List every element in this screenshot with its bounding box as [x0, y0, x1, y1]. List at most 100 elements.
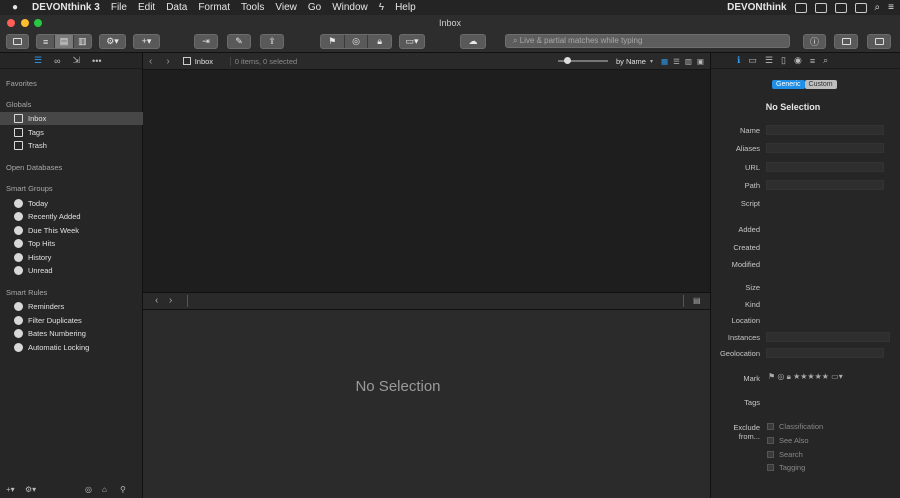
menu-edit[interactable]: Edit: [138, 2, 155, 13]
airplay-icon[interactable]: [854, 2, 867, 13]
contents-tab-icon[interactable]: ☰: [765, 55, 773, 66]
sidebar-item-bates-numbering[interactable]: Bates Numbering: [0, 327, 143, 340]
zoom-slider[interactable]: [557, 57, 608, 64]
checkbox-box[interactable]: [767, 437, 774, 444]
action-menu-button[interactable]: ⚙▾: [99, 34, 126, 49]
section-globals[interactable]: Globals: [6, 100, 31, 109]
geolocation-field[interactable]: [766, 348, 884, 358]
add-icon[interactable]: +▾: [6, 485, 15, 494]
exclude-see-also-checkbox[interactable]: See Also: [767, 436, 809, 445]
sidebar-item-inbox[interactable]: Inbox: [0, 112, 143, 125]
tab-custom[interactable]: Custom: [804, 80, 837, 89]
preview-pane[interactable]: No Selection: [143, 310, 710, 498]
previous-icon[interactable]: ‹: [155, 295, 158, 306]
preview-layout-button[interactable]: [834, 34, 858, 49]
menu-format[interactable]: Format: [198, 2, 230, 13]
target-icon[interactable]: ◎: [85, 485, 92, 494]
sidebar-item-due-this-week[interactable]: Due This Week: [0, 224, 143, 237]
location-label[interactable]: Inbox: [195, 57, 225, 66]
back-icon[interactable]: ‹: [149, 56, 152, 67]
flag-icon[interactable]: ⚑: [321, 35, 345, 48]
import-icon[interactable]: ⇲: [73, 55, 81, 66]
menu-data[interactable]: Data: [166, 2, 187, 13]
section-open-databases[interactable]: Open Databases: [6, 163, 62, 172]
checkbox-box[interactable]: [767, 451, 774, 458]
instances-popup[interactable]: [766, 332, 890, 342]
annotate-button[interactable]: ✎: [227, 34, 251, 49]
sidebar-item-recently-added[interactable]: Recently Added: [0, 210, 143, 223]
script-menu-icon[interactable]: ϟ: [379, 2, 384, 13]
list-view-icon[interactable]: ≡: [37, 35, 56, 48]
sort-menu[interactable]: by Name: [616, 57, 646, 66]
sidebar-item-filter-duplicates[interactable]: Filter Duplicates: [0, 314, 143, 327]
status-app-name[interactable]: DEVONthink: [727, 2, 786, 13]
sidebar-item-top-hits[interactable]: Top Hits: [0, 237, 143, 250]
view-mode-segmented[interactable]: ≡ ▤ ▥: [36, 34, 92, 49]
menu-app-name[interactable]: DEVONthink 3: [32, 2, 100, 13]
unread-icon[interactable]: ◎: [345, 35, 369, 48]
sidebar-item-today[interactable]: Today: [0, 197, 143, 210]
gear-icon[interactable]: ⚙▾: [25, 485, 36, 494]
import-button[interactable]: ⇥: [194, 34, 218, 49]
capture-icon[interactable]: [814, 2, 827, 13]
menu-go[interactable]: Go: [308, 2, 321, 13]
name-field[interactable]: [766, 125, 884, 135]
close-button[interactable]: [7, 19, 15, 27]
document-list[interactable]: [143, 70, 710, 292]
concordance-tab-icon[interactable]: ◉: [794, 55, 802, 66]
checkbox-box[interactable]: [767, 423, 774, 430]
url-field[interactable]: [766, 162, 884, 172]
share-button[interactable]: ⇪: [260, 34, 284, 49]
lock-icon[interactable]: 🔒︎: [368, 35, 391, 48]
sidebar-item-automatic-locking[interactable]: Automatic Locking: [0, 341, 143, 354]
pin-icon[interactable]: ⚲: [120, 485, 126, 494]
split-view-icon[interactable]: ▤: [55, 35, 74, 48]
sidebar-toggle-button[interactable]: [6, 34, 29, 49]
label-menu-button[interactable]: ▭▾: [399, 34, 425, 49]
search-input[interactable]: ⌕ Live & partial matches while typing: [505, 34, 790, 48]
minimize-button[interactable]: [21, 19, 29, 27]
inspector-toggle-button[interactable]: [867, 34, 891, 49]
section-smart-rules[interactable]: Smart Rules: [6, 288, 47, 297]
menu-window[interactable]: Window: [332, 2, 368, 13]
menu-help[interactable]: Help: [395, 2, 416, 13]
display-icon[interactable]: [834, 2, 847, 13]
tag-filter-icon[interactable]: ⌂: [102, 485, 107, 494]
document-tab-icon[interactable]: ▯: [781, 55, 786, 66]
annotations-tab-icon[interactable]: ▭: [748, 55, 757, 66]
search-tab-icon[interactable]: ⌕: [823, 55, 828, 66]
list-view-icon[interactable]: ☰: [673, 57, 680, 66]
path-field[interactable]: [766, 180, 884, 190]
control-center-icon[interactable]: ≡: [888, 2, 894, 13]
column-view-icon[interactable]: ▥: [685, 57, 692, 66]
sync-button[interactable]: ☁: [460, 34, 486, 49]
sorter-icon[interactable]: [794, 2, 807, 13]
sort-chevron-icon[interactable]: ▾: [650, 58, 653, 65]
menu-view[interactable]: View: [275, 2, 297, 13]
navigate-icon[interactable]: ☰: [34, 55, 42, 66]
apple-icon[interactable]: ●: [12, 2, 18, 13]
menu-tools[interactable]: Tools: [241, 2, 264, 13]
next-icon[interactable]: ›: [169, 295, 172, 306]
more-icon[interactable]: •••: [92, 56, 101, 66]
sidebar-item-tags[interactable]: Tags: [0, 126, 143, 139]
section-smart-groups[interactable]: Smart Groups: [6, 184, 53, 193]
checkbox-box[interactable]: [767, 464, 774, 471]
new-menu-button[interactable]: +▾: [133, 34, 160, 49]
aliases-field[interactable]: [766, 143, 884, 153]
sidebar-item-unread[interactable]: Unread: [0, 264, 143, 277]
slider-thumb[interactable]: [563, 57, 571, 64]
menu-file[interactable]: File: [111, 2, 127, 13]
zoom-button[interactable]: [34, 19, 42, 27]
sidebar-item-history[interactable]: History: [0, 251, 143, 264]
spotlight-icon[interactable]: ⌕: [875, 2, 881, 13]
sidebar-item-reminders[interactable]: Reminders: [0, 300, 143, 313]
icon-view-icon[interactable]: ▦: [661, 57, 668, 66]
glasses-icon[interactable]: ∞: [54, 56, 60, 66]
properties-tab-icon[interactable]: ≡: [810, 56, 815, 66]
exclude-classification-checkbox[interactable]: Classification: [767, 422, 823, 431]
info-button[interactable]: ⓘ: [803, 34, 826, 49]
cover-flow-icon[interactable]: ▣: [697, 57, 704, 66]
sidebar-item-trash[interactable]: Trash: [0, 139, 143, 152]
section-favorites[interactable]: Favorites: [6, 79, 37, 88]
